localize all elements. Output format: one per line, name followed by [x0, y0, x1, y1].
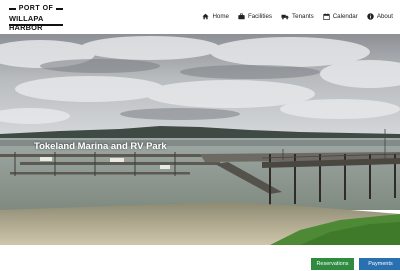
payments-button[interactable]: Payments	[359, 258, 400, 270]
site-header: PORT OF WILLAPA HARBOR Home Facilities T…	[0, 0, 400, 34]
briefcase-icon	[238, 13, 245, 20]
nav-item-home[interactable]: Home	[202, 13, 229, 20]
logo-underline	[9, 24, 63, 26]
nav-label-calendar: Calendar	[332, 12, 358, 20]
hero-title: Tokeland Marina and RV Park	[34, 141, 167, 152]
logo-line-1: PORT OF	[18, 5, 54, 12]
home-icon	[202, 13, 210, 20]
main-nav: Home Facilities Tenants Calendar About	[202, 10, 393, 22]
hero-banner: Tokeland Marina and RV Park	[0, 34, 400, 245]
nav-item-facilities[interactable]: Facilities	[238, 13, 272, 20]
port-logo[interactable]: PORT OF WILLAPA HARBOR	[9, 4, 63, 32]
nav-label-tenants: Tenants	[292, 12, 314, 20]
reservations-button[interactable]: Reservations	[311, 258, 354, 270]
nav-label-home: Home	[212, 12, 229, 20]
info-icon	[367, 12, 374, 20]
logo-rule-right	[56, 8, 63, 10]
nav-label-facilities: Facilities	[247, 12, 273, 20]
nav-item-about[interactable]: About	[367, 13, 393, 20]
logo-rule-left	[9, 8, 16, 10]
nav-item-tenants[interactable]: Tenants	[281, 13, 314, 20]
marina-photo	[0, 34, 400, 245]
logo-line-2: WILLAPA HARBOR	[9, 14, 44, 32]
nav-label-about: About	[376, 12, 393, 20]
nav-item-calendar[interactable]: Calendar	[323, 13, 358, 20]
truck-icon	[281, 13, 289, 20]
logo-top-row: PORT OF	[9, 5, 63, 13]
calendar-icon	[323, 12, 330, 20]
